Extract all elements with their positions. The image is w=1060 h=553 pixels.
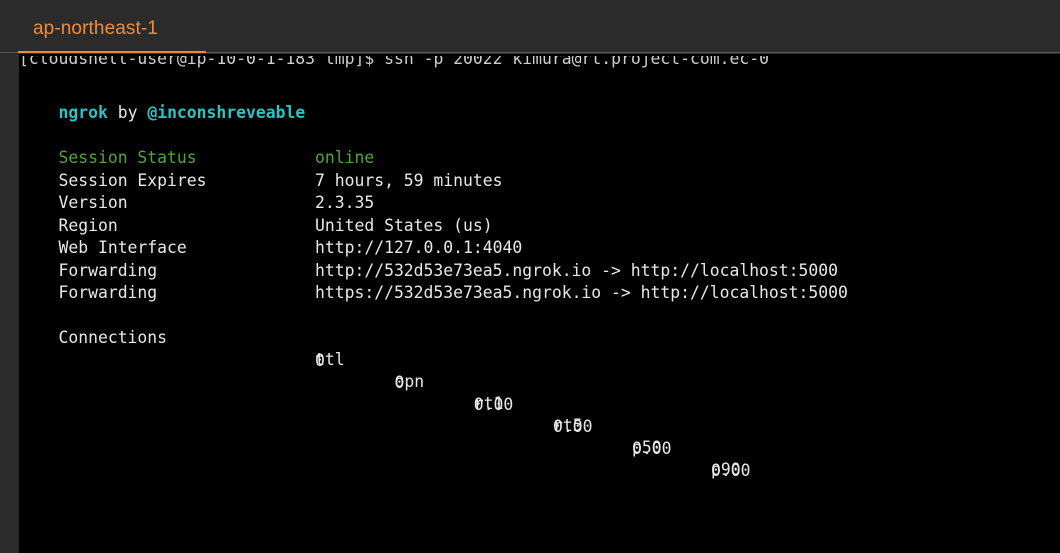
connections-header-row: Connections ttl opn rt1 rt5 p50 p90 <box>19 305 1019 479</box>
ngrok-brand: ngrok <box>58 103 108 122</box>
terminal-output[interactable]: [cloudshell-user@ip-10-0-1-183 tmp]$ ssh… <box>19 54 1060 553</box>
conn-value-rt5: 0.00 <box>553 416 593 436</box>
row-label: Forwarding <box>58 283 158 302</box>
conn-value-rt1: 0.00 <box>473 394 514 414</box>
conn-value-ttl: 0 <box>315 350 325 370</box>
tab-ap-northeast-1[interactable]: ap-northeast-1 <box>18 0 206 53</box>
tab-label: ap-northeast-1 <box>33 18 158 39</box>
status-row-session-expires: Session Expires 7 hours, 59 minutes <box>19 148 1019 190</box>
forwarding-https-value: https://532d53e73ea5.ngrok.io -> http://… <box>315 283 848 302</box>
status-row-forwarding-http: Forwarding http://532d53e73ea5.ngrok.io -… <box>19 238 1019 280</box>
status-row-web-interface: Web Interface http://127.0.0.1:4040 <box>19 215 1019 257</box>
ngrok-author-handle: @inconshreveable <box>147 103 306 122</box>
ngrok-by: by <box>117 103 138 122</box>
status-row-session-status: Session Status online <box>19 125 1019 167</box>
status-row-region: Region United States (us) <box>19 193 1019 235</box>
conn-value-p50: 0.00 <box>632 438 672 458</box>
conn-value-p90: 0.00 <box>711 460 751 480</box>
conn-value-opn: 0 <box>394 372 405 392</box>
ngrok-header: ngrok by @inconshreveable <box>19 80 305 122</box>
status-row-forwarding-https: Forwarding https://532d53e73ea5.ngrok.io … <box>19 260 1019 302</box>
command-line: [cloudshell-user@ip-10-0-1-183 tmp]$ ssh… <box>19 54 769 68</box>
tab-bar: ap-northeast-1 <box>0 0 1060 53</box>
connections-values-row: 0 0 0.00 0.00 0.00 0.00 <box>19 328 1019 480</box>
status-row-version: Version 2.3.35 <box>19 170 1019 212</box>
